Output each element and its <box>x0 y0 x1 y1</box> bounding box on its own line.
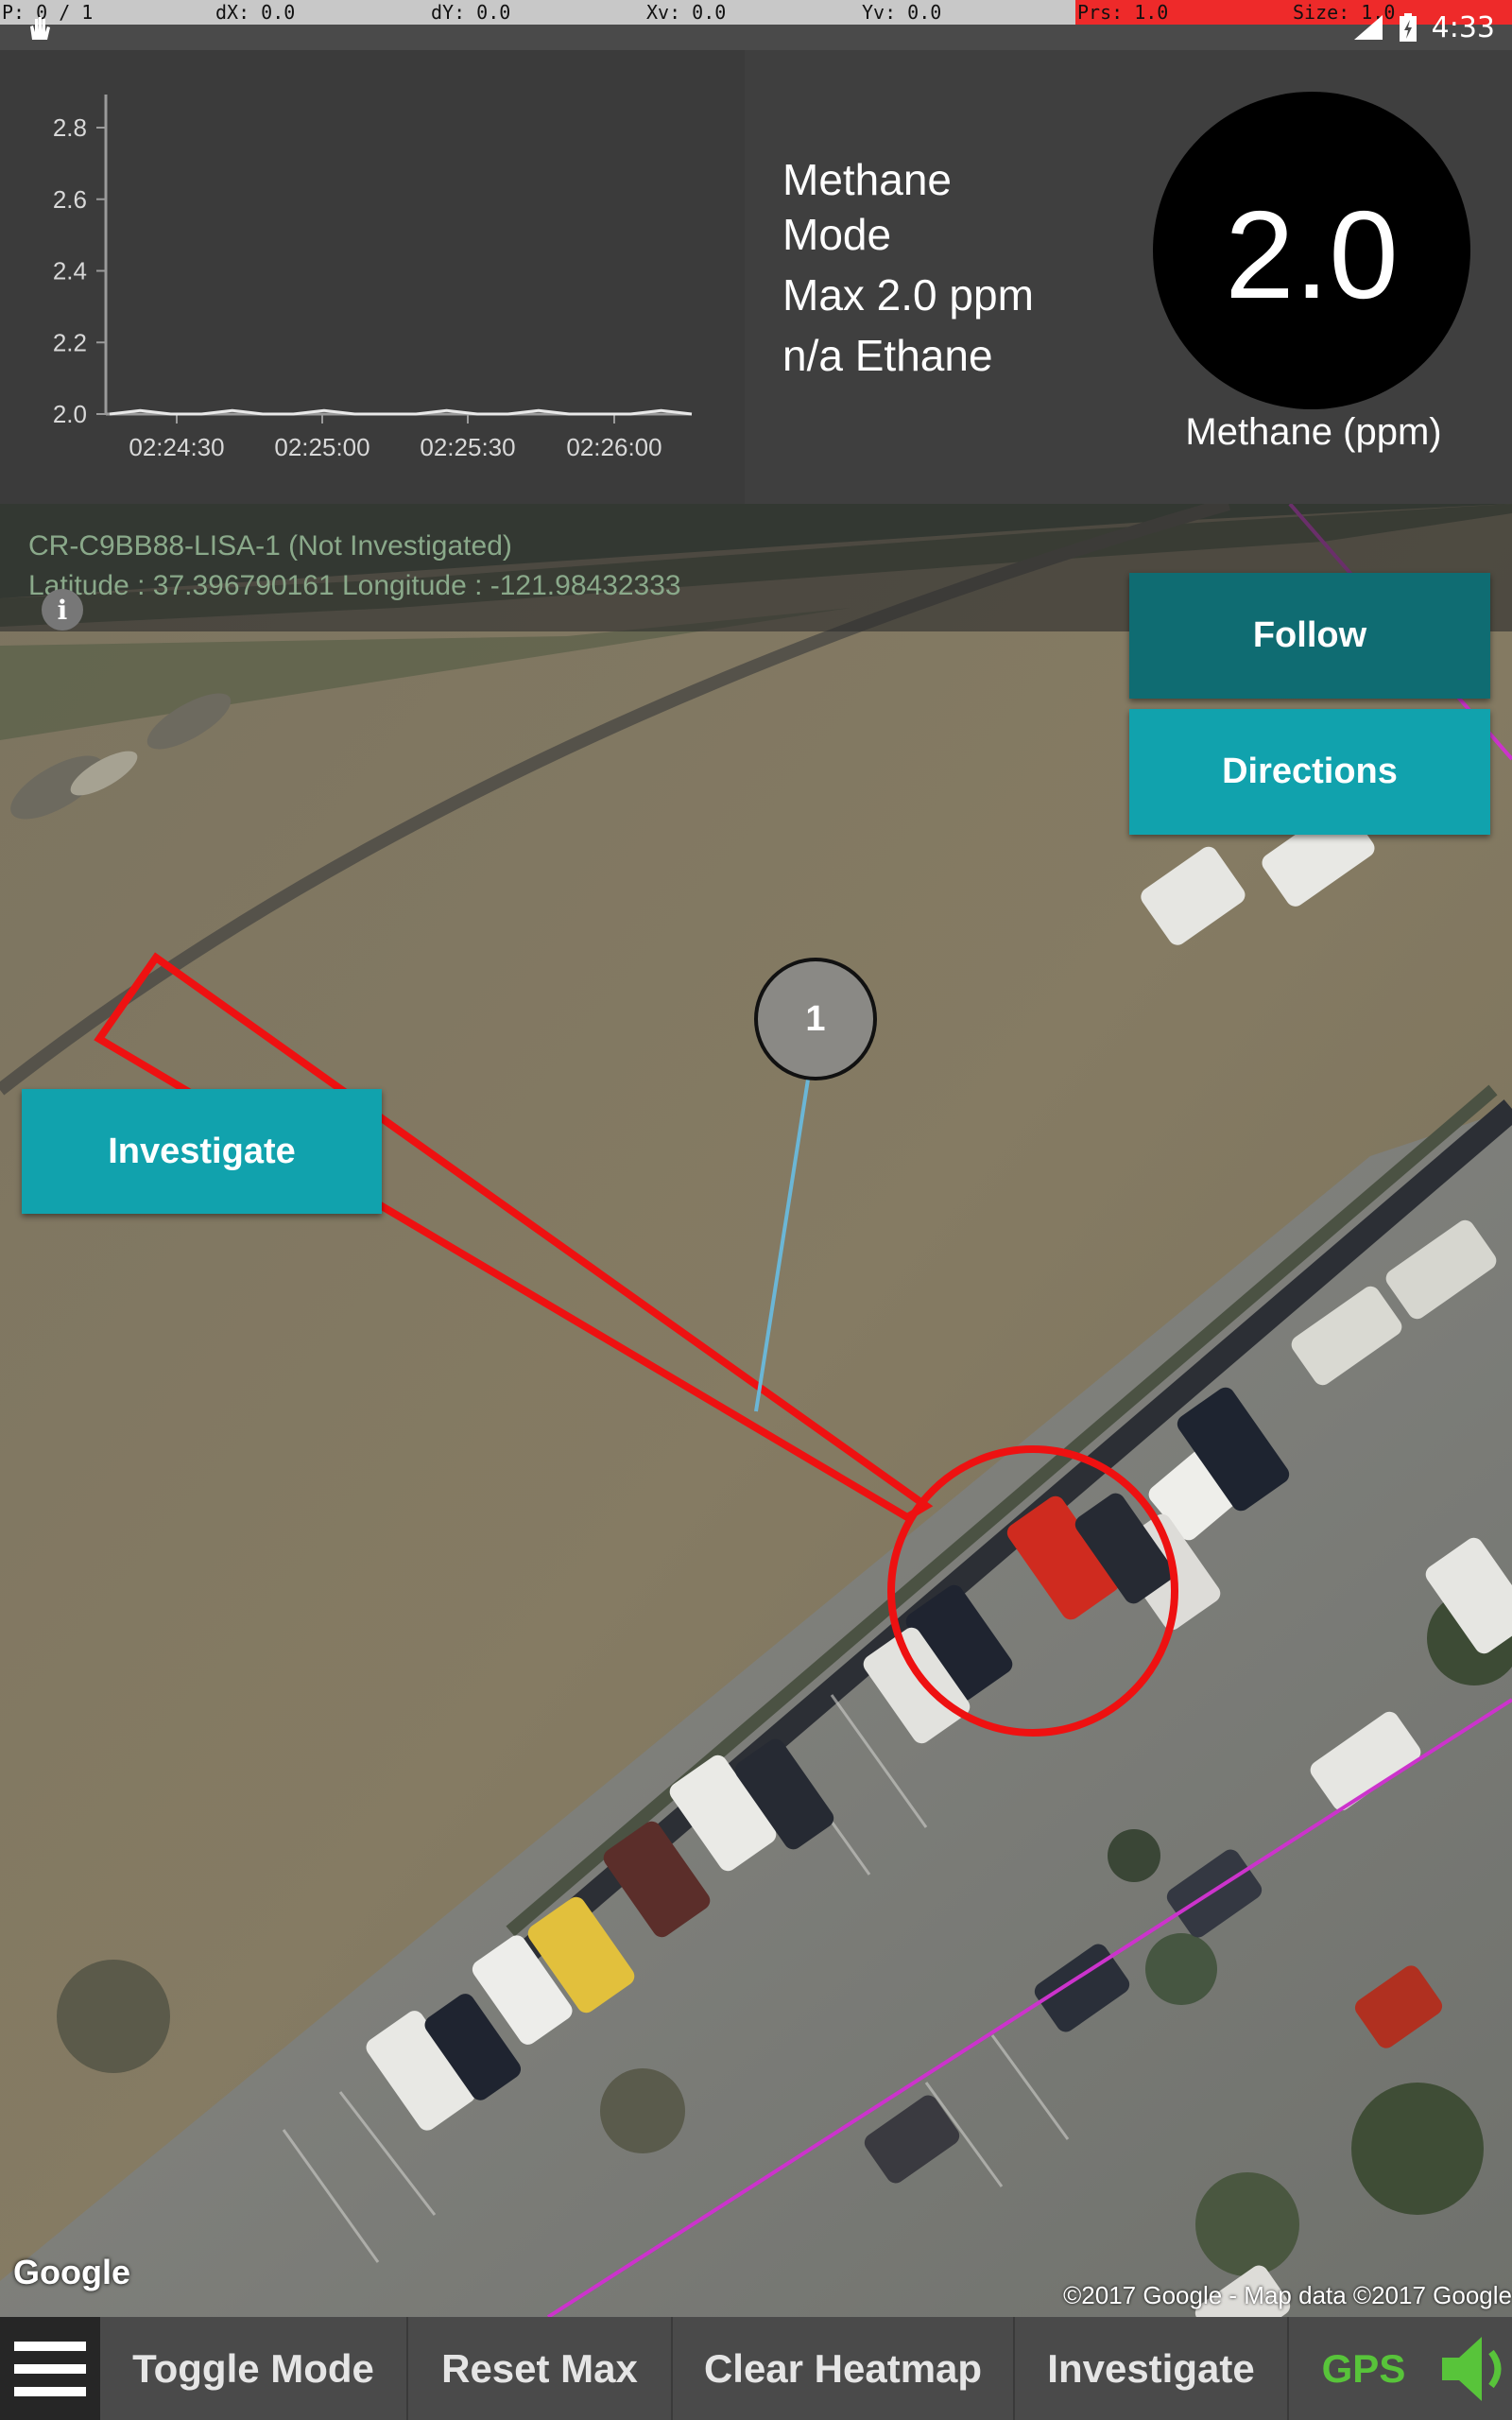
chart-x-tick-label: 02:25:30 <box>420 433 515 461</box>
chart-y-tick-label: 2.2 <box>53 328 87 356</box>
bottom-toolbar: Toggle Mode Reset Max Clear Heatmap Inve… <box>0 2317 1512 2420</box>
mode-label-line1: Methane <box>782 155 953 204</box>
map-attribution: ©2017 Google - Map data ©2017 Google <box>1063 2281 1512 2309</box>
delta-y: dY: 0.0 <box>431 1 511 24</box>
follow-button[interactable]: Follow <box>1129 573 1490 699</box>
investigate-button[interactable]: Investigate <box>1015 2317 1289 2420</box>
chart-x-tick-label: 02:24:30 <box>129 433 224 461</box>
toggle-mode-button[interactable]: Toggle Mode <box>100 2317 408 2420</box>
lisa-coordinates: Latitude : 37.396790161 Longitude : -121… <box>28 570 681 601</box>
lisa-id: CR-C9BB88-LISA-1 (Not Investigated) <box>28 530 512 562</box>
pressure: Prs: 1.0 <box>1077 1 1169 24</box>
chart-y-tick-label: 2.4 <box>53 257 87 285</box>
directions-button[interactable]: Directions <box>1129 709 1490 835</box>
peak-marker[interactable]: 1 <box>754 958 877 1080</box>
speaker-icon <box>1442 2336 1502 2401</box>
gauge-value: 2.0 <box>1225 184 1399 324</box>
chart-x-tick-label: 02:26:00 <box>566 433 662 461</box>
satellite-map[interactable]: 1 CR-C9BB88-LISA-1 (Not Investigated) La… <box>0 504 1512 2317</box>
clock: 4:33 <box>1431 10 1495 44</box>
velocity-x: Xv: 0.0 <box>646 1 727 24</box>
peak-marker-label: 1 <box>805 998 826 1039</box>
chart-series-line <box>109 408 693 416</box>
gauge-label: Methane (ppm) <box>1185 411 1442 453</box>
clear-heatmap-button[interactable]: Clear Heatmap <box>673 2317 1015 2420</box>
google-logo: Google <box>13 2253 130 2291</box>
chart-y-tick-label: 2.0 <box>53 400 87 428</box>
sound-toggle[interactable] <box>1438 2317 1512 2420</box>
chart-svg: 2.8 2.6 2.4 2.2 2.0 02:24:30 02:25:00 02:25:30 0… <box>53 95 693 461</box>
max-reading: Max 2.0 ppm <box>782 270 1034 320</box>
hand-icon <box>30 17 50 40</box>
battery-icon <box>1399 13 1417 42</box>
chart-y-tick-label: 2.6 <box>53 185 87 214</box>
menu-button[interactable] <box>0 2317 100 2420</box>
hamburger-icon <box>14 2341 86 2396</box>
reset-max-button[interactable]: Reset Max <box>408 2317 673 2420</box>
pointer-location-bar: P: 0 / 1 dX: 0.0 dY: 0.0 Xv: 0.0 Yv: 0.0… <box>0 0 1512 25</box>
ethane-reading: n/a Ethane <box>782 331 993 380</box>
methane-chart: 2.8 2.6 2.4 2.2 2.0 02:24:30 02:25:00 02:25:30 0… <box>0 50 745 504</box>
sensor-panel: 2.8 2.6 2.4 2.2 2.0 02:24:30 02:25:00 02:25:30 0… <box>0 50 1512 504</box>
chart-y-tick-label: 2.8 <box>53 113 87 142</box>
mode-info: Methane Mode Max 2.0 ppm n/a Ethane <box>782 152 1034 383</box>
signal-icon <box>1353 15 1383 40</box>
info-icon[interactable]: i <box>42 589 83 631</box>
velocity-y: Yv: 0.0 <box>862 1 942 24</box>
chart-x-tick-label: 02:25:00 <box>274 433 369 461</box>
investigate-map-button[interactable]: Investigate <box>22 1089 382 1214</box>
methane-gauge: 2.0 <box>1153 92 1470 409</box>
gps-button[interactable]: GPS <box>1289 2317 1438 2420</box>
delta-x: dX: 0.0 <box>215 1 296 24</box>
mode-label-line2: Mode <box>782 210 892 259</box>
status-bar: P: 0 / 1 dX: 0.0 dY: 0.0 Xv: 0.0 Yv: 0.0… <box>0 0 1512 50</box>
